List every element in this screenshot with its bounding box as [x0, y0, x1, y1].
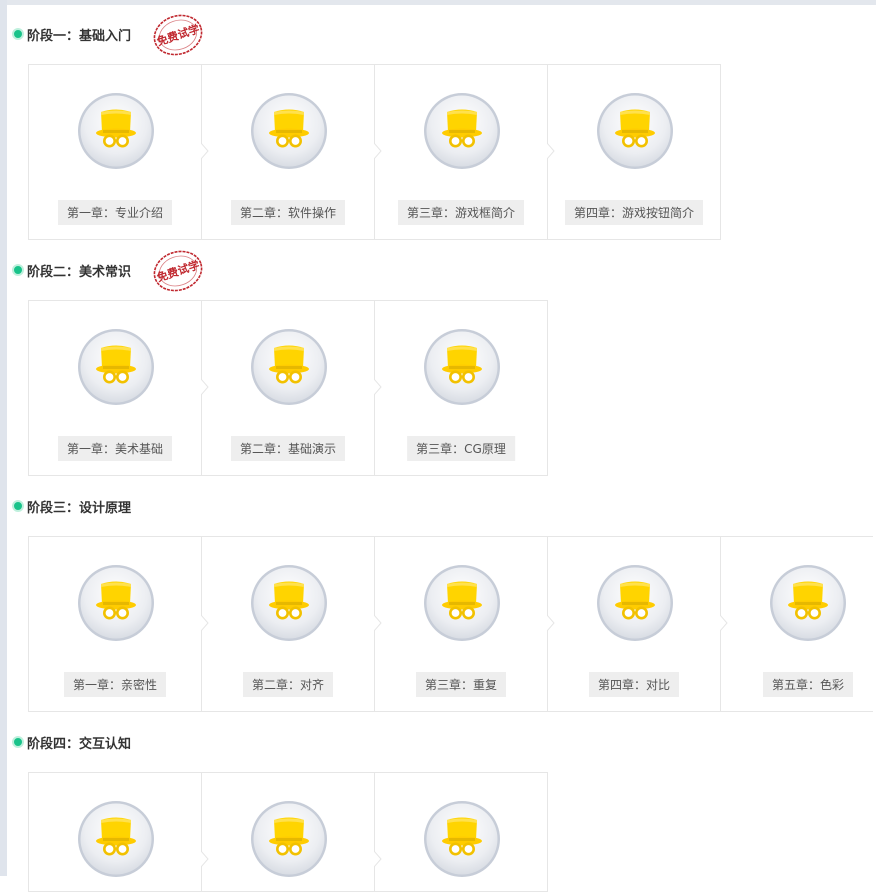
chevron-separator-icon — [374, 379, 382, 395]
top-hat-glasses-icon — [250, 92, 328, 170]
chevron-separator-icon — [374, 851, 382, 867]
stage-title: 阶段三：设计原理 — [27, 500, 132, 516]
chapter-card[interactable]: 第三章：重复 — [374, 536, 548, 712]
free-trial-stamp-icon[interactable]: 免费试学 — [150, 248, 206, 294]
stage-1: 阶段一：基础入门 免费试学 — [10, 14, 876, 56]
chapter-card[interactable] — [28, 772, 202, 892]
stage-header: 阶段四：交互认知 — [10, 730, 876, 754]
chevron-separator-icon — [547, 615, 555, 631]
stage-header: 阶段一：基础入门 免费试学 — [10, 14, 876, 56]
chapter-card[interactable]: 第一章：亲密性 — [28, 536, 202, 712]
stamp-text: 免费试学 — [155, 22, 201, 49]
top-hat-glasses-icon — [77, 92, 155, 170]
green-dot-icon — [12, 28, 24, 40]
chapter-card[interactable]: 第二章：基础演示 — [201, 300, 375, 476]
green-dot-icon — [12, 264, 24, 276]
chapter-card[interactable]: 第一章：专业介绍 — [28, 64, 202, 240]
chapter-card[interactable] — [374, 772, 548, 892]
chapter-label[interactable]: 第四章：对比 — [588, 672, 680, 697]
top-hat-glasses-icon — [596, 564, 674, 642]
chapter-card[interactable]: 第四章：游戏按钮简介 — [547, 64, 721, 240]
chevron-separator-icon — [720, 615, 728, 631]
stage-header: 阶段二：美术常识 免费试学 — [10, 250, 876, 292]
top-hat-glasses-icon — [250, 800, 328, 878]
free-trial-stamp-icon[interactable]: 免费试学 — [150, 12, 206, 58]
chapter-label[interactable]: 第三章：CG原理 — [407, 436, 515, 461]
chapter-card[interactable]: 第五章：色彩 — [720, 536, 873, 712]
top-hat-glasses-icon — [423, 92, 501, 170]
chapter-list: 第一章：专业介绍 第二章：软件操作 第三章：游戏框简介 第四章：游戏按钮简介 — [28, 64, 721, 240]
top-border — [0, 0, 876, 5]
stage-4: 阶段四：交互认知 — [10, 730, 876, 754]
chapter-label[interactable]: 第三章：重复 — [415, 672, 507, 697]
chapter-card[interactable] — [201, 772, 375, 892]
stage-3: 阶段三：设计原理 — [10, 494, 876, 518]
left-border — [0, 0, 7, 876]
top-hat-glasses-icon — [423, 328, 501, 406]
chevron-separator-icon — [201, 615, 209, 631]
stage-title: 阶段四：交互认知 — [27, 736, 132, 752]
top-hat-glasses-icon — [77, 564, 155, 642]
top-hat-glasses-icon — [596, 92, 674, 170]
chevron-separator-icon — [201, 143, 209, 159]
chapter-list: 第一章：亲密性 第二章：对齐 第三章：重复 第四章：对比 第五章：色彩 — [28, 536, 873, 712]
green-dot-icon — [12, 500, 24, 512]
chevron-separator-icon — [547, 143, 555, 159]
chapter-card[interactable]: 第一章：美术基础 — [28, 300, 202, 476]
top-hat-glasses-icon — [77, 328, 155, 406]
top-hat-glasses-icon — [250, 328, 328, 406]
chevron-separator-icon — [374, 615, 382, 631]
top-hat-glasses-icon — [423, 800, 501, 878]
stage-header: 阶段三：设计原理 — [10, 494, 876, 518]
chapter-label[interactable]: 第二章：基础演示 — [230, 436, 346, 461]
chapter-card[interactable]: 第四章：对比 — [547, 536, 721, 712]
stage-2: 阶段二：美术常识 免费试学 — [10, 250, 876, 292]
chapter-label[interactable]: 第五章：色彩 — [762, 672, 854, 697]
chapter-card[interactable]: 第二章：软件操作 — [201, 64, 375, 240]
stage-title: 阶段一：基础入门 — [27, 28, 132, 44]
green-dot-icon — [12, 736, 24, 748]
chevron-separator-icon — [201, 379, 209, 395]
chapter-label[interactable]: 第二章：对齐 — [242, 672, 334, 697]
chapter-label[interactable]: 第一章：亲密性 — [63, 672, 167, 697]
chevron-separator-icon — [201, 851, 209, 867]
chapter-label[interactable]: 第二章：软件操作 — [230, 200, 346, 225]
chapter-card[interactable]: 第三章：CG原理 — [374, 300, 548, 476]
top-hat-glasses-icon — [769, 564, 847, 642]
stamp-text: 免费试学 — [155, 258, 201, 285]
chevron-separator-icon — [374, 143, 382, 159]
chapter-card[interactable]: 第二章：对齐 — [201, 536, 375, 712]
stage-title: 阶段二：美术常识 — [27, 264, 132, 280]
top-hat-glasses-icon — [250, 564, 328, 642]
chapter-list: 第一章：美术基础 第二章：基础演示 第三章：CG原理 — [28, 300, 548, 476]
chapter-list — [28, 772, 548, 892]
chapter-card[interactable]: 第三章：游戏框简介 — [374, 64, 548, 240]
chapter-label[interactable]: 第三章：游戏框简介 — [397, 200, 525, 225]
top-hat-glasses-icon — [77, 800, 155, 878]
top-hat-glasses-icon — [423, 564, 501, 642]
chapter-label[interactable]: 第四章：游戏按钮简介 — [564, 200, 704, 225]
chapter-label[interactable]: 第一章：专业介绍 — [57, 200, 173, 225]
chapter-label[interactable]: 第一章：美术基础 — [57, 436, 173, 461]
